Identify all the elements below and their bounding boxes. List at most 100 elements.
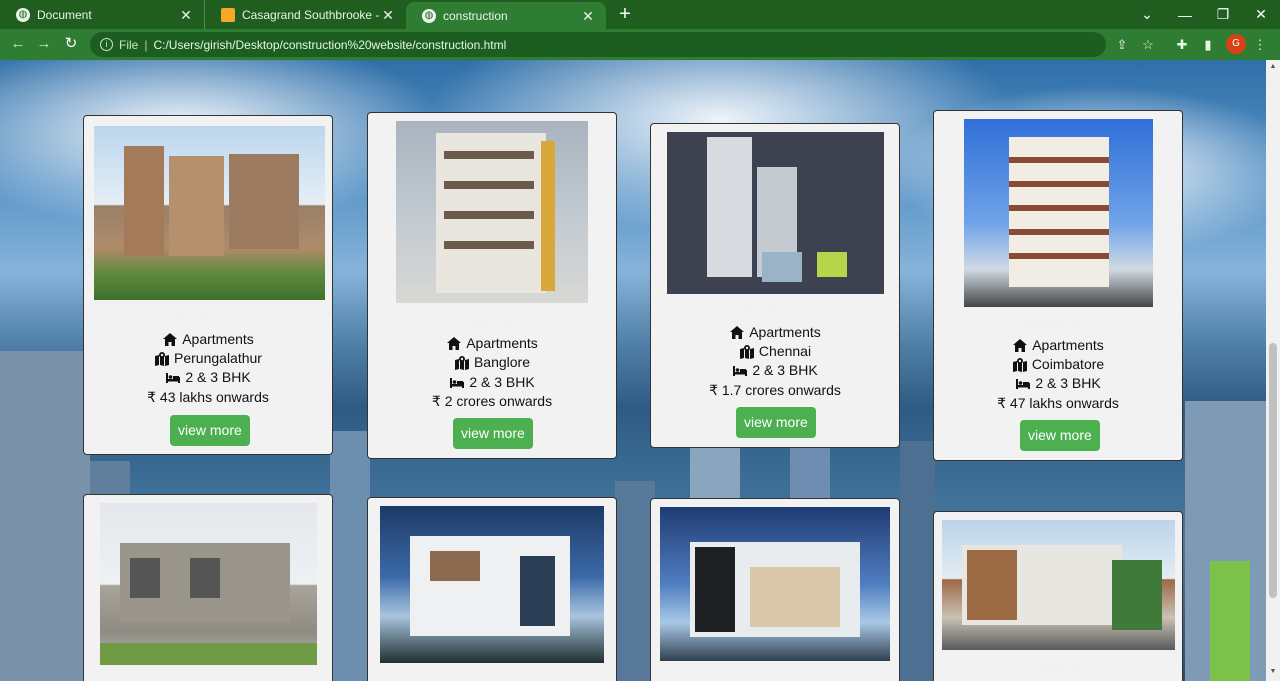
home-icon xyxy=(729,325,745,340)
product-location-label: Perungalathur xyxy=(174,350,262,366)
product-price: ₹ 2 crores onwards xyxy=(431,392,553,409)
product-bhk-label: 2 & 3 BHK xyxy=(1035,375,1101,391)
page-scrollbar[interactable]: ▲ ▼ xyxy=(1266,60,1280,681)
profile-avatar[interactable]: G xyxy=(1226,34,1246,54)
minimize-icon[interactable]: — xyxy=(1166,0,1204,29)
product-bhk: 2 & 3 BHK xyxy=(84,368,332,386)
bed-icon xyxy=(449,375,465,390)
view-more-button[interactable]: view more xyxy=(453,418,533,449)
product-type: Apartments xyxy=(651,323,899,341)
home-icon xyxy=(162,332,178,347)
tab-construction[interactable]: ◍ construction ✕ xyxy=(406,2,606,29)
tab-title: construction xyxy=(443,8,508,23)
product-title: Product 3 xyxy=(740,302,810,319)
reload-icon[interactable]: ↻ xyxy=(59,33,83,55)
product-location-label: Coimbatore xyxy=(1031,356,1105,372)
product-type-label: Apartments xyxy=(466,335,538,351)
product-location-label: Banglore xyxy=(473,354,531,370)
scrollbar-thumb[interactable] xyxy=(1269,343,1277,598)
close-icon[interactable]: ✕ xyxy=(178,7,194,23)
product-card-6 xyxy=(367,497,617,681)
brand-logo-icon xyxy=(221,7,235,22)
globe-icon: ◍ xyxy=(422,8,436,23)
browser-tab-strip: ◍ Document ✕ Casagrand Southbrooke - 1, … xyxy=(0,0,1280,29)
product-bhk: 2 & 3 BHK xyxy=(368,373,616,391)
info-icon[interactable]: i xyxy=(100,38,113,51)
new-tab-button[interactable]: + xyxy=(614,3,636,25)
product-card-4: Product 4 Apartments Coimbatore 2 & 3 BH… xyxy=(933,110,1183,461)
url-scheme: File xyxy=(119,37,139,52)
close-icon[interactable]: ✕ xyxy=(380,7,396,23)
view-more-button[interactable]: view more xyxy=(1020,420,1100,451)
scroll-up-arrow-icon[interactable]: ▲ xyxy=(1268,63,1278,73)
product-image xyxy=(964,119,1153,307)
bed-icon xyxy=(732,363,748,378)
back-arrow-icon[interactable]: ← xyxy=(6,33,30,55)
product-location: Banglore xyxy=(368,353,616,371)
product-type-label: Apartments xyxy=(1032,337,1104,353)
product-title: Product 4 xyxy=(1023,315,1093,332)
side-panel-icon[interactable]: ▮ xyxy=(1198,35,1218,55)
product-card-2: Product 2 Apartments Banglore 2 & 3 BHK … xyxy=(367,112,617,459)
extensions-puzzle-icon[interactable]: ✚ xyxy=(1172,35,1192,55)
tab-casagrand[interactable]: Casagrand Southbrooke - 1, 2 & ✕ xyxy=(204,0,406,29)
product-bhk-label: 2 & 3 BHK xyxy=(185,369,251,385)
tab-title: Document xyxy=(37,7,92,22)
product-price: ₹ 47 lakhs onwards xyxy=(997,394,1119,411)
home-icon xyxy=(446,336,462,351)
bed-icon xyxy=(1015,376,1031,391)
product-location-label: Chennai xyxy=(758,343,812,359)
map-location-icon xyxy=(154,351,170,366)
home-icon xyxy=(1012,338,1028,353)
product-type: Apartments xyxy=(368,334,616,352)
product-bhk: 2 & 3 BHK xyxy=(934,374,1182,392)
forward-arrow-icon[interactable]: → xyxy=(32,33,56,55)
product-type: Apartments xyxy=(934,336,1182,354)
product-image xyxy=(396,121,588,303)
product-price: ₹ 43 lakhs onwards xyxy=(147,388,269,405)
map-location-icon xyxy=(1012,357,1028,372)
globe-icon: ◍ xyxy=(16,7,30,22)
product-image xyxy=(100,503,317,665)
product-location: Coimbatore xyxy=(934,355,1182,373)
product-title: product 1 xyxy=(173,309,243,326)
product-price: ₹ 1.7 crores onwards xyxy=(709,381,841,398)
address-bar[interactable]: i File | C:/Users/girish/Desktop/constru… xyxy=(90,32,1106,57)
product-bhk: 2 & 3 BHK xyxy=(651,361,899,379)
tab-document[interactable]: ◍ Document ✕ xyxy=(0,0,204,29)
product-title: Product 2 xyxy=(457,314,527,331)
menu-kebab-icon[interactable]: ⋮ xyxy=(1250,35,1270,55)
share-icon[interactable]: ⇪ xyxy=(1112,35,1132,55)
product-bhk-label: 2 & 3 BHK xyxy=(752,362,818,378)
close-icon[interactable]: ✕ xyxy=(580,8,596,24)
view-more-button[interactable]: view more xyxy=(170,415,250,446)
view-more-button[interactable]: view more xyxy=(736,407,816,438)
product-card-1: product 1 Apartments Perungalathur 2 & 3… xyxy=(83,115,333,455)
map-location-icon xyxy=(454,355,470,370)
product-type-label: Apartments xyxy=(749,324,821,340)
browser-toolbar: ← → ↻ i File | C:/Users/girish/Desktop/c… xyxy=(0,29,1280,60)
product-image xyxy=(942,520,1175,650)
bed-icon xyxy=(165,370,181,385)
maximize-icon[interactable]: ❐ xyxy=(1204,0,1242,29)
product-card-8: Product 4 xyxy=(933,511,1183,681)
product-image xyxy=(660,507,890,661)
product-location: Chennai xyxy=(651,342,899,360)
product-image xyxy=(667,132,884,294)
tab-search-chevron-icon[interactable]: ⌄ xyxy=(1128,0,1166,29)
bookmark-star-icon[interactable]: ☆ xyxy=(1138,35,1158,55)
product-image xyxy=(94,126,325,300)
product-type: Apartments xyxy=(84,330,332,348)
tab-title: Casagrand Southbrooke - 1, 2 & xyxy=(242,7,380,22)
url-text[interactable]: C:/Users/girish/Desktop/construction%20w… xyxy=(153,38,506,52)
product-type-label: Apartments xyxy=(182,331,254,347)
product-card-5 xyxy=(83,494,333,681)
product-bhk-label: 2 & 3 BHK xyxy=(469,374,535,390)
product-title: Product 4 xyxy=(1023,658,1093,675)
window-close-icon[interactable]: ✕ xyxy=(1242,0,1280,29)
url-separator: | xyxy=(144,37,148,52)
product-image xyxy=(380,506,604,663)
scroll-down-arrow-icon[interactable]: ▼ xyxy=(1268,668,1278,678)
page-viewport: product 1 Apartments Perungalathur 2 & 3… xyxy=(0,60,1266,681)
product-card-3: Product 3 Apartments Chennai 2 & 3 BHK ₹… xyxy=(650,123,900,448)
